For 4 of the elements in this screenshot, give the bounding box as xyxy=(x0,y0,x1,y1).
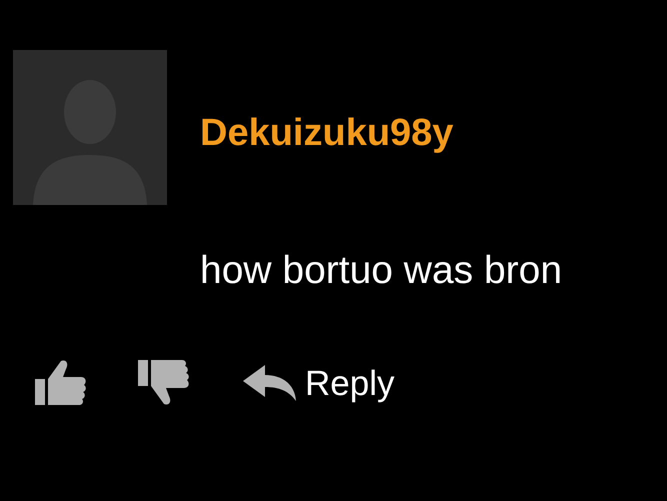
comment-text: how bortuo was bron xyxy=(200,251,562,290)
username[interactable]: Dekuizuku98y xyxy=(200,114,562,152)
reply-button[interactable]: Reply xyxy=(241,363,394,403)
reply-icon xyxy=(241,363,297,403)
